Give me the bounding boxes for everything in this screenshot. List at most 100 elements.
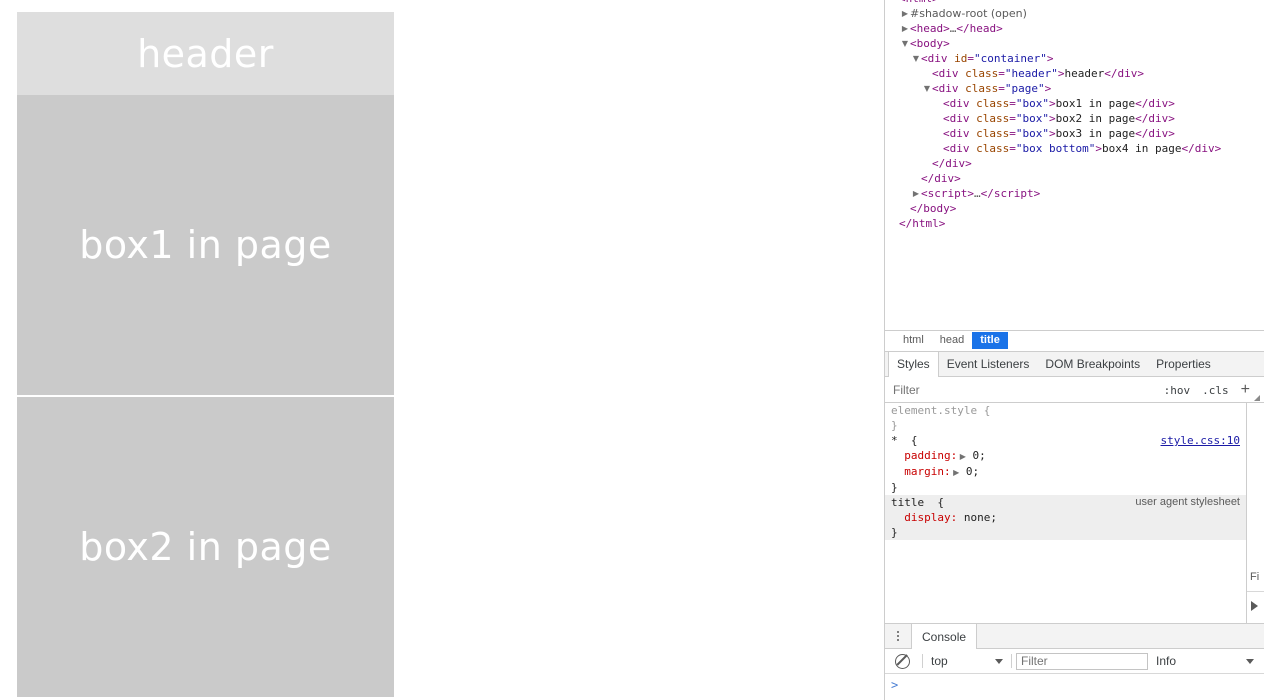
page-header-block: header <box>17 12 394 95</box>
console-level-selector[interactable]: Info <box>1156 654 1260 668</box>
style-source-link[interactable]: style.css:10 <box>1161 433 1240 448</box>
dom-node-row[interactable]: ▶#shadow-root (open) <box>885 6 1264 21</box>
style-rule[interactable]: element.style {} <box>885 403 1246 433</box>
style-declaration[interactable]: display: none; <box>891 510 1246 525</box>
dom-node-markup: <div class="header">header</div> <box>932 67 1144 80</box>
style-rule-close-brace: } <box>891 480 1246 495</box>
dom-node-row[interactable]: <div class="box bottom">box4 in page</di… <box>885 141 1264 156</box>
twisty-collapsed-icon[interactable]: ▶ <box>911 186 921 201</box>
declaration-expand-icon[interactable]: ▶ <box>951 465 960 480</box>
dom-node-markup: <head>…</head> <box>910 22 1003 35</box>
twisty-spacer-icon <box>911 171 921 186</box>
cls-toggle-button[interactable]: .cls <box>1196 384 1235 397</box>
console-toolbar: top Info <box>885 649 1264 674</box>
style-source-label: user agent stylesheet <box>1135 495 1240 510</box>
dom-node-row[interactable]: ▼<body> <box>885 36 1264 51</box>
declaration-expand-icon[interactable]: ▶ <box>957 449 966 464</box>
dom-node-markup: <body> <box>910 37 950 50</box>
twisty-expanded-icon[interactable]: ▼ <box>900 36 910 51</box>
dom-node-row[interactable]: ▶<script>…</script> <box>885 186 1264 201</box>
twisty-collapsed-icon[interactable]: ▶ <box>900 21 910 36</box>
dom-node-row[interactable]: ▼<div id="container"> <box>885 51 1264 66</box>
dom-node-row[interactable]: ▼<div class="page"> <box>885 81 1264 96</box>
new-style-rule-button[interactable]: + <box>1235 383 1254 397</box>
declaration-value[interactable]: 0; <box>959 465 979 478</box>
tab-styles[interactable]: Styles <box>888 352 939 377</box>
twisty-expanded-icon[interactable]: ▼ <box>922 81 932 96</box>
dom-node-row[interactable]: ▶<head>…</head> <box>885 21 1264 36</box>
console-prompt-arrow-icon: > <box>891 679 898 692</box>
dom-node-markup: <div class="page"> <box>932 82 1051 95</box>
dom-node-row[interactable]: </html> <box>885 216 1264 231</box>
style-rule-header: element.style { <box>891 403 1246 418</box>
dom-node-markup: </div> <box>932 157 972 170</box>
dom-node-markup: <div class="box">box3 in page</div> <box>943 127 1175 140</box>
dom-node-row[interactable]: <div class="box">box2 in page</div> <box>885 111 1264 126</box>
tab-dom-breakpoints[interactable]: DOM Breakpoints <box>1037 352 1148 376</box>
declaration-value[interactable]: none; <box>957 511 997 524</box>
dom-node-markup: <script>…</script> <box>921 187 1040 200</box>
style-rule-selector[interactable]: element.style { <box>891 403 990 418</box>
twisty-spacer-icon <box>900 201 910 216</box>
twisty-spacer-icon <box>889 216 899 231</box>
style-rule-header: title { user agent stylesheet <box>891 495 1246 510</box>
dom-node-row[interactable]: <div class="header">header</div> <box>885 66 1264 81</box>
dom-node-markup: <div class="box">box1 in page</div> <box>943 97 1175 110</box>
computed-pane-strip: Fi <box>1246 403 1264 623</box>
dom-node-markup: <div class="box">box2 in page</div> <box>943 112 1175 125</box>
breadcrumb-item-head[interactable]: head <box>932 332 972 349</box>
computed-filter-label[interactable]: Fi <box>1250 571 1259 583</box>
hov-toggle-button[interactable]: :hov <box>1158 384 1197 397</box>
declaration-property[interactable]: margin: <box>891 465 951 478</box>
breadcrumb-item-html[interactable]: html <box>895 332 932 349</box>
dom-node-row[interactable]: </div> <box>885 156 1264 171</box>
clear-console-icon[interactable] <box>895 654 910 669</box>
console-prompt-row[interactable]: > <box>885 675 1264 692</box>
declaration-value[interactable]: 0; <box>966 449 986 462</box>
twisty-spacer-icon <box>933 126 943 141</box>
page-box-2: box2 in page <box>17 397 394 697</box>
style-rule-header: * { style.css:10 <box>891 433 1246 448</box>
tab-event-listeners[interactable]: Event Listeners <box>939 352 1038 376</box>
dom-node-markup: #shadow-root (open) <box>910 7 1027 20</box>
page-boxes-wrapper: box1 in page box2 in page <box>17 95 394 697</box>
console-output[interactable]: > <box>885 675 1264 700</box>
style-declaration[interactable]: padding: ▶ 0; <box>891 448 1246 464</box>
resize-grip-icon[interactable] <box>1254 395 1260 401</box>
page-box-1: box1 in page <box>17 95 394 395</box>
dom-node-markup: <html> <box>899 0 939 5</box>
twisty-expanded-icon[interactable]: ▼ <box>911 51 921 66</box>
dom-node-row[interactable]: </body> <box>885 201 1264 216</box>
more-options-kebab-icon[interactable] <box>885 624 911 648</box>
breadcrumb: htmlheadtitle <box>885 330 1264 350</box>
twisty-collapsed-icon[interactable]: ▶ <box>900 6 910 21</box>
style-rule-selector[interactable]: * { <box>891 433 918 448</box>
styles-filter-input[interactable] <box>893 383 1158 397</box>
tab-properties[interactable]: Properties <box>1148 352 1219 376</box>
page-container: header box1 in page box2 in page <box>17 12 394 697</box>
expand-right-triangle-icon[interactable] <box>1251 601 1258 611</box>
style-rule[interactable]: title { user agent stylesheet display: no… <box>885 495 1246 540</box>
declaration-property[interactable]: padding: <box>891 449 957 462</box>
style-rule[interactable]: * { style.css:10 padding: ▶ 0; margin: ▶ … <box>885 433 1246 495</box>
page-viewport: header box1 in page box2 in page <box>0 0 884 700</box>
dom-node-markup: </div> <box>921 172 961 185</box>
dom-node-row[interactable]: </div> <box>885 171 1264 186</box>
dom-node-markup: <div class="box bottom">box4 in page</di… <box>943 142 1221 155</box>
dom-node-row[interactable]: <div class="box">box3 in page</div> <box>885 126 1264 141</box>
styles-filter-toolbar: :hov .cls + <box>885 378 1264 403</box>
chevron-down-icon-2 <box>1246 659 1254 664</box>
console-level-value: Info <box>1156 654 1176 668</box>
declaration-property[interactable]: display: <box>891 511 957 524</box>
dom-tree[interactable]: <html>▶#shadow-root (open)▶<head>…</head… <box>885 0 1264 330</box>
breadcrumb-item-title[interactable]: title <box>972 332 1008 349</box>
console-context-selector[interactable]: top <box>927 654 1007 668</box>
style-rule-selector[interactable]: title { <box>891 495 944 510</box>
devtools-panel: <html>▶#shadow-root (open)▶<head>…</head… <box>884 0 1264 700</box>
toolbar-divider <box>922 654 923 668</box>
styles-rules-pane[interactable]: element.style {}* {style.css:10 padding:… <box>885 403 1246 623</box>
style-declaration[interactable]: margin: ▶ 0; <box>891 464 1246 480</box>
tab-console[interactable]: Console <box>911 624 977 649</box>
console-filter-input[interactable] <box>1016 653 1148 670</box>
dom-node-row[interactable]: <div class="box">box1 in page</div> <box>885 96 1264 111</box>
